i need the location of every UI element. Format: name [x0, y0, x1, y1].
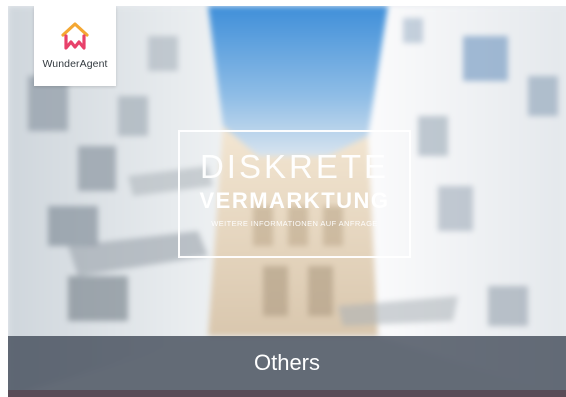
listing-card[interactable]: WunderAgent DISKRETE VERMARKTUNG WEITERE… [8, 6, 566, 397]
category-label: Others [253, 350, 321, 375]
brand-logo[interactable]: WunderAgent [34, 6, 116, 86]
promo-overlay: DISKRETE VERMARKTUNG WEITERE INFORMATION… [178, 130, 411, 258]
bottom-divider [8, 390, 566, 397]
brand-name: WunderAgent [42, 58, 108, 70]
promo-headline: DISKRETE [199, 148, 390, 185]
promo-subheadline: VERMARKTUNG [199, 188, 390, 213]
house-logo-icon [61, 22, 89, 50]
promo-note: WEITERE INFORMATIONEN AUF ANFRAGE [211, 219, 378, 228]
category-caption-bar[interactable]: Others [8, 336, 566, 390]
